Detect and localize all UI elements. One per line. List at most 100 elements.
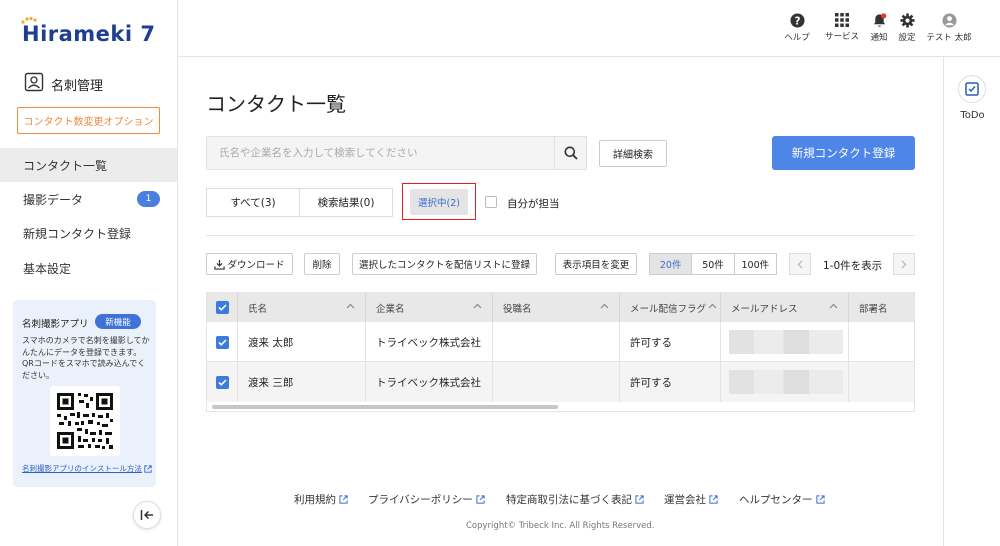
contact-option-button[interactable]: コンタクト数変更オプション [17, 107, 160, 134]
sidebar-item-contact-list[interactable]: コンタクト一覧 [0, 148, 177, 182]
install-guide-link-label: 名刺撮影アプリのインストール方法 [22, 464, 142, 473]
sort-up-icon [473, 303, 482, 309]
settings-button[interactable]: 設定 [896, 13, 918, 47]
page-size-selector: 20件 50件 100件 [649, 253, 777, 275]
app-promo-card: 名刺撮影アプリ 新機能 スマホのカメラで名刺を撮影してかんたんにデータを登録でき… [13, 300, 156, 487]
check-icon [218, 378, 227, 386]
column-header-title[interactable]: 役職名 [493, 293, 620, 322]
user-menu-button[interactable]: テスト 太郎 [924, 13, 974, 47]
svg-text:?: ? [794, 15, 800, 27]
footer-link-terms[interactable]: 利用規約 [294, 492, 348, 507]
search-input[interactable] [206, 136, 555, 170]
next-page-button[interactable] [893, 253, 915, 275]
column-header-label: メール配信フラグ [630, 303, 707, 315]
sidebar-item-label: 新規コンタクト登録 [23, 226, 132, 241]
page-size-50[interactable]: 50件 [691, 254, 733, 274]
qr-code-image [50, 386, 120, 456]
check-icon [218, 304, 227, 311]
footer-link-company[interactable]: 運営会社 [664, 492, 718, 507]
copyright: Copyright© Tribeck Inc. All Rights Reser… [466, 521, 655, 531]
services-label: サービス [824, 32, 859, 42]
cell-company: トライベック株式会社 [366, 362, 493, 402]
app-logo[interactable]: Hirameki 7 [22, 22, 156, 46]
todo-button[interactable] [958, 75, 986, 103]
services-button[interactable]: サービス [822, 13, 862, 47]
download-label: ダウンロード [227, 260, 285, 271]
row-select-cell [207, 322, 238, 362]
cell-department [849, 362, 914, 402]
prev-page-button[interactable] [789, 253, 811, 275]
help-icon: ? [789, 13, 805, 28]
sidebar-item-basic-settings[interactable]: 基本設定 [0, 251, 177, 285]
download-button[interactable]: ダウンロード [206, 253, 293, 275]
download-icon [214, 259, 226, 270]
column-header-label: メールアドレス [731, 303, 798, 315]
delete-button[interactable]: 削除 [304, 253, 340, 275]
count-badge: 1 [137, 191, 160, 207]
external-link-icon [709, 495, 718, 504]
new-contact-button[interactable]: 新規コンタクト登録 [772, 136, 915, 170]
notifications-button[interactable]: 通知 [868, 13, 890, 47]
right-panel: ToDo [943, 57, 1000, 546]
tab-all[interactable]: すべて(3) [207, 189, 299, 216]
page-size-100[interactable]: 100件 [733, 254, 776, 274]
search-icon [564, 146, 578, 160]
change-columns-button[interactable]: 表示項目を変更 [555, 253, 637, 275]
cell-title [493, 322, 620, 362]
gear-icon [899, 13, 915, 28]
promo-title: 名刺撮影アプリ [22, 319, 89, 330]
redacted-email [729, 330, 843, 354]
user-icon [941, 13, 957, 28]
row-checkbox[interactable] [216, 335, 229, 349]
column-header-mail-flag[interactable]: メール配信フラグ [620, 293, 721, 322]
column-header-department[interactable]: 部署名 [849, 293, 914, 322]
tab-search-results[interactable]: 検索結果(0) [299, 189, 392, 216]
external-link-icon [476, 495, 485, 504]
select-all-checkbox[interactable] [216, 301, 229, 314]
sidebar-item-scan-data[interactable]: 撮影データ 1 [0, 182, 177, 216]
result-range: 1-0件を表示 [823, 260, 883, 272]
column-header-label: 役職名 [503, 303, 532, 315]
help-button[interactable]: ? ヘルプ [784, 13, 810, 47]
top-header: ? ヘルプ サービス 通知 設定 テスト 太郎 [178, 0, 1000, 57]
column-header-label: 部署名 [859, 303, 888, 315]
sidebar-item-new-contact[interactable]: 新規コンタクト登録 [0, 216, 177, 250]
external-link-icon [815, 495, 825, 504]
footer-link-help-center[interactable]: ヘルプセンター [739, 492, 825, 507]
module-title: 名刺管理 [51, 79, 104, 94]
cell-name[interactable]: 渡来 太郎 [238, 322, 366, 362]
sidebar-item-label: コンタクト一覧 [23, 158, 108, 173]
column-header-name[interactable]: 氏名 [238, 293, 366, 322]
tab-selected[interactable]: 選択中(2) [410, 189, 468, 215]
horizontal-scrollbar[interactable] [212, 405, 558, 409]
cell-name[interactable]: 渡来 三郎 [238, 362, 366, 402]
sort-up-icon [600, 303, 609, 309]
chevron-right-icon [901, 260, 907, 268]
cell-company: トライベック株式会社 [366, 322, 493, 362]
column-header-email[interactable]: メールアドレス [721, 293, 849, 322]
external-link-icon [339, 495, 348, 504]
divider [206, 235, 915, 236]
page-size-20[interactable]: 20件 [650, 254, 692, 274]
footer-link-privacy[interactable]: プライバシーポリシー [368, 492, 485, 507]
bell-icon [873, 13, 886, 27]
install-guide-link[interactable]: 名刺撮影アプリのインストール方法 [22, 463, 152, 474]
promo-description: スマホのカメラで名刺を撮影してかんたんにデータを登録できます。QRコードをスマホ… [22, 336, 150, 380]
collapse-left-icon [140, 510, 153, 520]
cell-mail-flag: 許可する [620, 362, 721, 402]
advanced-search-button[interactable]: 詳細検索 [599, 140, 667, 167]
sort-up-icon [346, 303, 355, 309]
help-label: ヘルプ [784, 33, 810, 43]
sidebar-item-label: 基本設定 [23, 261, 72, 276]
search-button[interactable] [554, 136, 587, 170]
mine-checkbox[interactable] [485, 196, 497, 208]
register-list-button[interactable]: 選択したコンタクトを配信リストに登録 [352, 253, 537, 275]
new-feature-badge: 新機能 [95, 314, 141, 329]
collapse-sidebar-button[interactable] [133, 501, 161, 529]
footer-link-commerce-law[interactable]: 特定商取引法に基づく表記 [506, 492, 644, 507]
row-checkbox[interactable] [216, 375, 229, 389]
footer-link-label: ヘルプセンター [739, 494, 813, 506]
page-title: コンタクト一覧 [206, 92, 346, 116]
cell-mail-flag: 許可する [620, 322, 721, 362]
column-header-company[interactable]: 企業名 [366, 293, 493, 322]
